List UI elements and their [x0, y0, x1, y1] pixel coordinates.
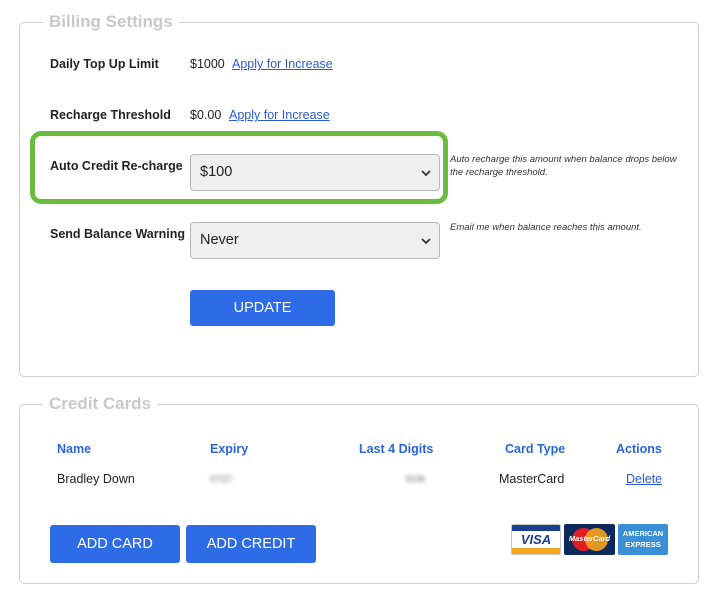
auto-credit-recharge-label: Auto Credit Re-charge	[50, 159, 183, 173]
auto-recharge-hint-line2: the recharge threshold.	[450, 167, 548, 178]
visa-logo: VISA	[511, 524, 561, 555]
chevron-down-icon	[421, 170, 431, 177]
send-balance-warning-select[interactable]: Never	[190, 222, 440, 259]
column-header-last4: Last 4 Digits	[359, 442, 434, 456]
auto-recharge-hint-line1: Auto recharge this amount when balance d…	[450, 154, 677, 165]
send-balance-warning-label: Send Balance Warning	[50, 227, 185, 241]
add-card-button[interactable]: ADD CARD	[50, 525, 180, 563]
send-balance-warning-value: Never	[200, 232, 239, 248]
amex-logo-text-line2: EXPRESS	[625, 540, 661, 549]
column-header-name: Name	[57, 442, 92, 456]
daily-top-up-limit-label: Daily Top Up Limit	[50, 57, 159, 71]
recharge-threshold-apply-link[interactable]: Apply for Increase	[229, 108, 330, 122]
auto-credit-recharge-select[interactable]: $100	[190, 154, 440, 191]
column-header-expiry: Expiry	[210, 442, 249, 456]
daily-top-up-limit-value: $1000	[190, 57, 225, 71]
recharge-threshold-label: Recharge Threshold	[50, 108, 171, 122]
visa-logo-text: VISA	[520, 532, 552, 547]
column-header-actions: Actions	[616, 442, 662, 456]
auto-recharge-hint: Auto recharge this amount when balance d…	[450, 153, 677, 179]
column-header-card-type: Card Type	[505, 442, 566, 456]
recharge-threshold-value: $0.00	[190, 108, 222, 122]
amex-logo: AMERICAN EXPRESS	[618, 524, 668, 555]
chevron-down-icon	[421, 238, 431, 245]
billing-settings-legend: Billing Settings	[43, 12, 179, 32]
auto-credit-recharge-value: $100	[200, 164, 233, 180]
mastercard-logo: MasterCard	[564, 524, 615, 555]
card-type: MasterCard	[499, 472, 565, 486]
card-last4: 3106	[405, 474, 426, 484]
daily-limit-apply-link[interactable]: Apply for Increase	[232, 57, 333, 71]
amex-logo-text-line1: AMERICAN	[622, 529, 664, 538]
credit-cards-legend: Credit Cards	[43, 394, 158, 414]
mastercard-logo-text: MasterCard	[568, 534, 611, 543]
delete-card-link[interactable]: Delete	[626, 472, 662, 486]
card-holder-name: Bradley Down	[57, 472, 135, 486]
add-credit-button[interactable]: ADD CREDIT	[186, 525, 316, 563]
card-expiry: 07/27	[210, 474, 233, 484]
balance-warning-hint: Email me when balance reaches this amoun…	[450, 222, 642, 233]
update-button[interactable]: UPDATE	[190, 290, 335, 326]
